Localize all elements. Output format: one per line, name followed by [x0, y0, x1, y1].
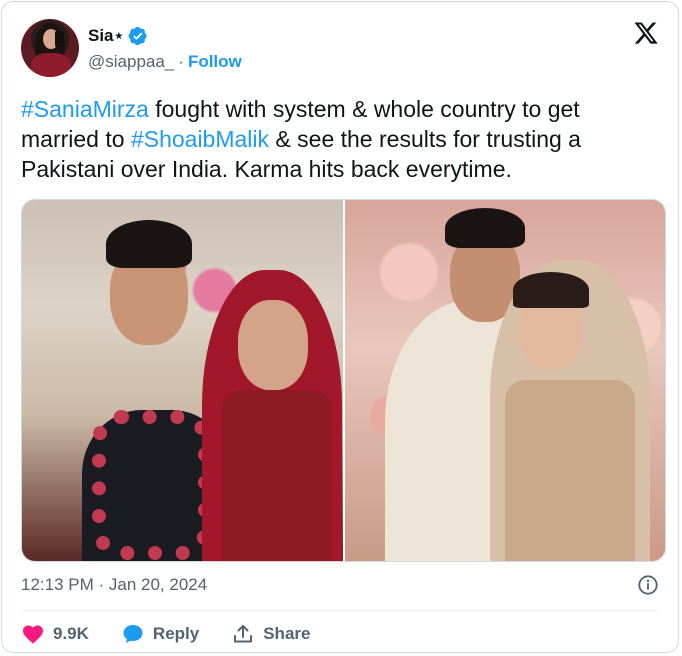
action-bar: 9.9K Reply Share [21, 622, 342, 646]
hashtag-link[interactable]: #SaniaMirza [21, 96, 149, 122]
like-button[interactable]: 9.9K [21, 622, 89, 646]
tweet-card: Sia⋆ @siappaa_ · Follow #SaniaMirza foug… [1, 1, 679, 653]
author-name-row: Sia⋆ [88, 24, 148, 48]
share-label: Share [263, 624, 311, 643]
follow-button[interactable]: Follow [188, 52, 242, 72]
reply-label: Reply [152, 624, 200, 643]
heart-icon [23, 625, 43, 644]
like-count: 9.9K [53, 624, 89, 643]
separator: · [178, 52, 184, 71]
tweet-text: #SaniaMirza fought with system & whole c… [21, 94, 661, 184]
verified-badge-icon [128, 26, 147, 46]
info-icon[interactable] [637, 574, 659, 596]
handle-row: @siappaa_ · Follow [88, 52, 242, 72]
handle[interactable]: @siappaa_ [88, 52, 174, 72]
reply-icon [123, 625, 143, 643]
wedding-photo-left[interactable] [22, 200, 343, 561]
x-logo-icon[interactable] [633, 20, 659, 46]
hashtag-link[interactable]: #ShoaibMalik [131, 126, 269, 152]
avatar[interactable] [21, 19, 79, 77]
display-name[interactable]: Sia⋆ [88, 26, 124, 46]
divider [21, 610, 659, 611]
wedding-photo-right[interactable] [345, 200, 665, 561]
reply-button[interactable]: Reply [121, 622, 199, 646]
share-button[interactable]: Share [231, 622, 310, 646]
media-grid [21, 199, 666, 562]
timestamp[interactable]: 12:13 PM · Jan 20, 2024 [21, 575, 207, 595]
share-icon [234, 625, 253, 643]
